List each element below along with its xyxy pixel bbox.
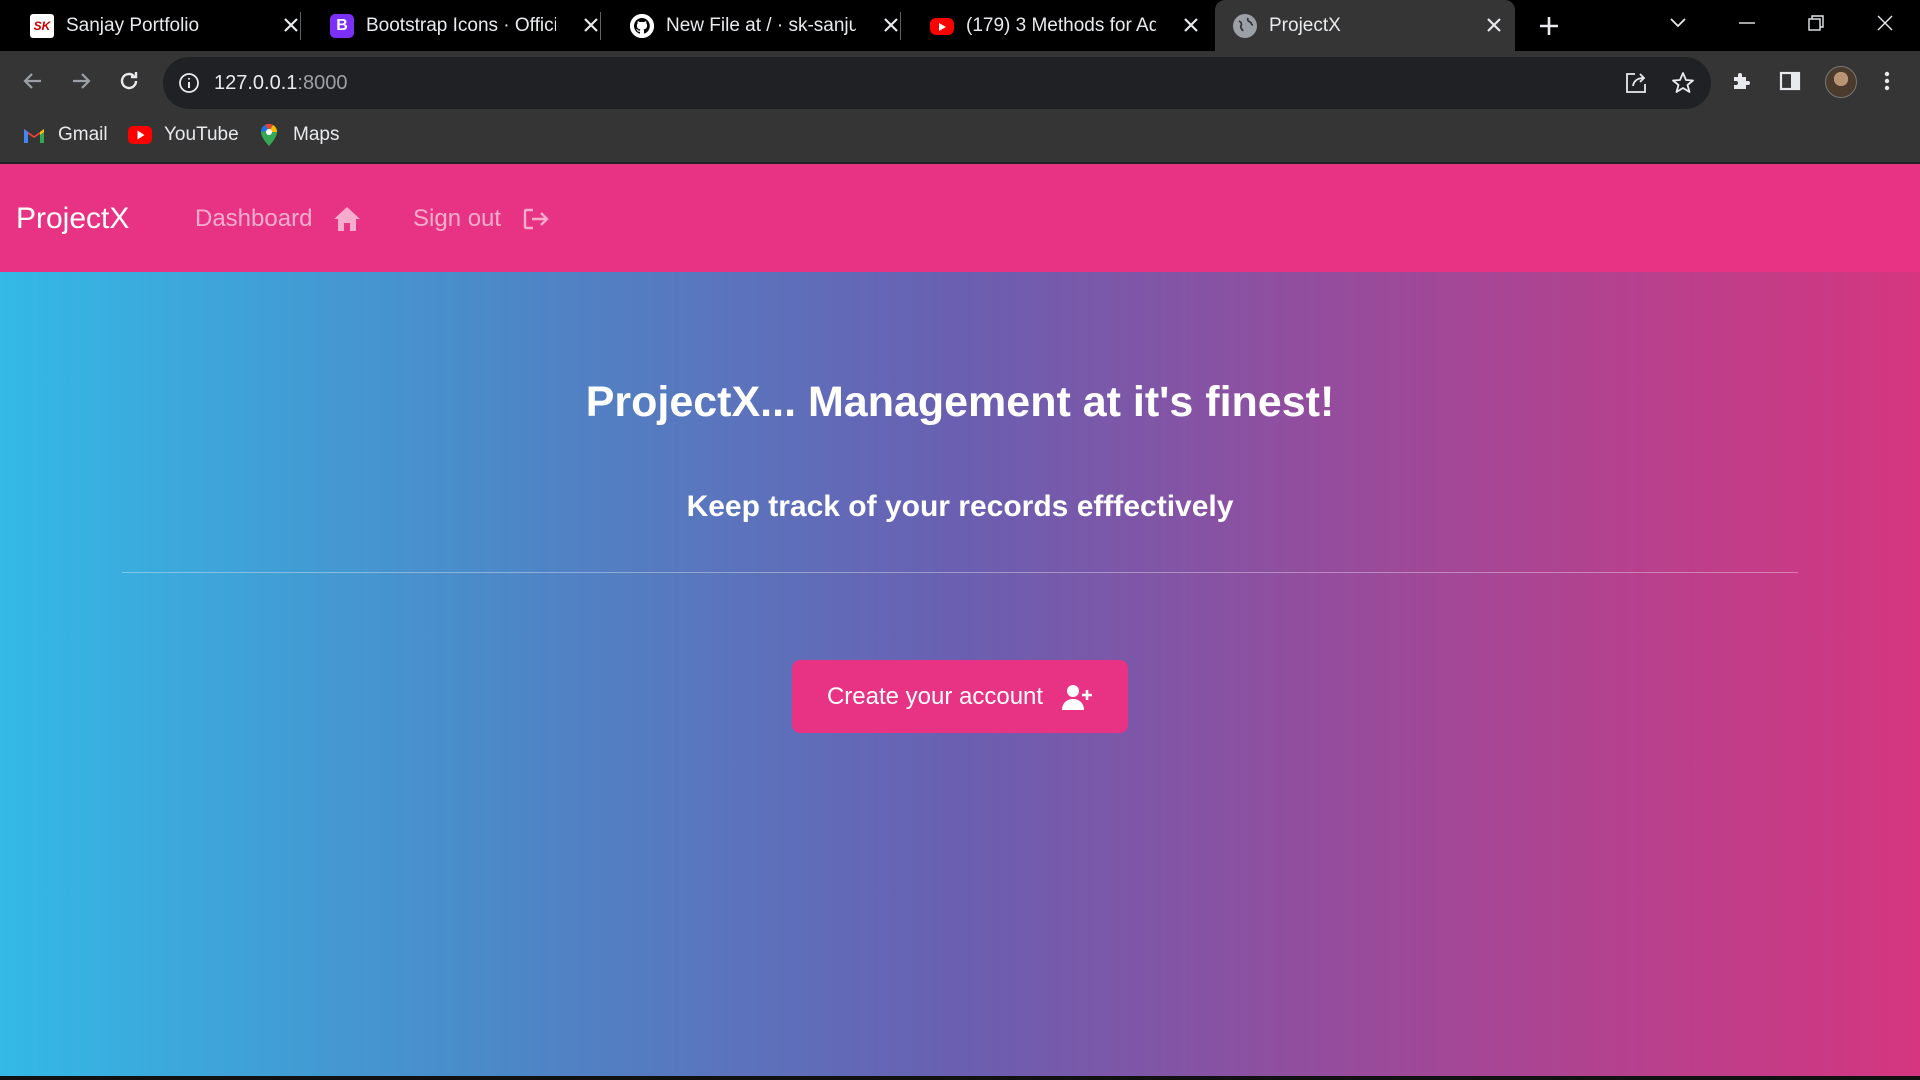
youtube-icon xyxy=(930,18,954,35)
side-panel-icon[interactable] xyxy=(1775,66,1805,96)
hero-divider xyxy=(122,572,1798,573)
close-icon[interactable] xyxy=(880,14,902,36)
bookmark-label: Gmail xyxy=(58,124,108,145)
nav-dashboard-label: Dashboard xyxy=(195,205,313,232)
tab-title: ProjectX xyxy=(1269,15,1341,36)
window-bottom-edge xyxy=(0,1076,1920,1080)
nav-dashboard-link[interactable]: Dashboard xyxy=(195,202,362,236)
tab-youtube-video[interactable]: (179) 3 Methods for Addi xyxy=(900,0,1200,51)
hero-headline: ProjectX... Management at it's finest! xyxy=(585,378,1335,426)
bootstrap-icon: B xyxy=(330,14,354,38)
forward-arrow-icon[interactable] xyxy=(66,66,96,96)
create-account-button[interactable]: Create your account xyxy=(792,660,1128,733)
url-port: :8000 xyxy=(297,72,348,94)
url-host: 127.0.0.1 xyxy=(214,72,298,94)
address-bar[interactable]: 127.0.0.1:8000 xyxy=(163,57,1711,109)
bookmark-youtube[interactable]: YouTube xyxy=(128,122,239,148)
youtube-icon xyxy=(128,124,152,146)
hero-subheading: Keep track of your records efffectively xyxy=(686,490,1234,523)
maps-icon xyxy=(257,123,281,146)
close-icon[interactable] xyxy=(1483,14,1505,36)
box-arrow-right-icon xyxy=(521,204,551,234)
share-icon[interactable] xyxy=(1623,70,1649,96)
browser-tab-strip: SK Sanjay Portfolio B Bootstrap Icons · … xyxy=(0,0,1920,51)
house-icon xyxy=(332,204,362,234)
github-icon xyxy=(630,14,654,38)
restore-icon[interactable] xyxy=(1798,8,1834,38)
globe-icon xyxy=(1233,14,1257,38)
hero-section: ProjectX... Management at it's finest! K… xyxy=(0,272,1920,1080)
brand-logo[interactable]: ProjectX xyxy=(16,200,129,238)
tab-title: (179) 3 Methods for Addi xyxy=(966,15,1156,36)
extensions-puzzle-icon[interactable] xyxy=(1727,66,1757,96)
tab-sanjay-portfolio[interactable]: SK Sanjay Portfolio xyxy=(0,0,302,51)
new-tab-button[interactable] xyxy=(1535,12,1563,40)
gmail-icon xyxy=(22,124,46,146)
bookmark-gmail[interactable]: Gmail xyxy=(22,122,108,148)
menu-kebab-icon[interactable] xyxy=(1872,66,1902,96)
create-account-label: Create your account xyxy=(826,682,1044,710)
tab-title: Bootstrap Icons · Official xyxy=(366,15,556,36)
close-icon[interactable] xyxy=(1180,14,1202,36)
bookmark-maps[interactable]: Maps xyxy=(257,122,339,148)
reload-icon[interactable] xyxy=(114,66,144,96)
nav-signout-link[interactable]: Sign out xyxy=(413,202,551,236)
site-navbar: ProjectX Dashboard Sign out xyxy=(0,164,1920,272)
tab-title: New File at / · sk-sanju/sl xyxy=(666,15,856,36)
url-text[interactable]: 127.0.0.1:8000 xyxy=(214,70,347,96)
window-close-icon[interactable] xyxy=(1867,8,1903,38)
web-page: ProjectX Dashboard Sign out ProjectX... … xyxy=(0,164,1920,1080)
profile-avatar[interactable] xyxy=(1825,66,1857,98)
tab-projectx[interactable]: ProjectX xyxy=(1215,0,1515,51)
bookmark-label: YouTube xyxy=(164,124,239,145)
tab-search-chevron-down-icon[interactable] xyxy=(1660,8,1696,38)
bookmark-star-icon[interactable] xyxy=(1670,70,1696,96)
bookmark-label: Maps xyxy=(293,124,340,145)
site-info-icon[interactable] xyxy=(177,71,201,95)
close-icon[interactable] xyxy=(580,14,602,36)
tab-github-new-file[interactable]: New File at / · sk-sanju/sl xyxy=(600,0,902,51)
tab-title: Sanjay Portfolio xyxy=(66,15,200,36)
bookmarks-bar: Gmail YouTube Maps xyxy=(0,118,1920,152)
close-icon[interactable] xyxy=(280,14,302,36)
person-plus-icon xyxy=(1061,682,1093,712)
tab-bootstrap-icons[interactable]: B Bootstrap Icons · Official xyxy=(300,0,602,51)
back-arrow-icon[interactable] xyxy=(18,66,48,96)
minimize-icon[interactable] xyxy=(1729,8,1765,38)
nav-signout-label: Sign out xyxy=(413,205,502,232)
sk-logo-icon: SK xyxy=(30,14,54,38)
